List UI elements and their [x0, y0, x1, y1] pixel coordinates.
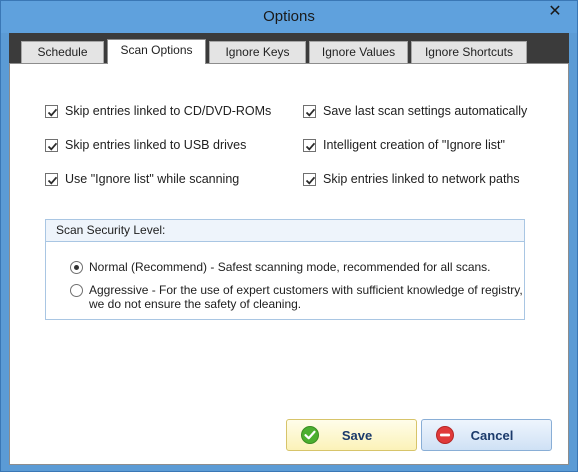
checkbox-checked-icon[interactable]: [303, 172, 316, 186]
scan-security-header: Scan Security Level:: [46, 220, 524, 242]
cancel-label: Cancel: [470, 427, 514, 443]
save-label: Save: [341, 427, 373, 443]
tab-bar: Schedule Scan Options Ignore Keys Ignore…: [9, 33, 569, 64]
option-skip-network[interactable]: Skip entries linked to network paths: [303, 171, 520, 187]
radio-aggressive-label-line2: we do not ensure the safety of cleaning.: [89, 297, 302, 311]
radio-selected-icon[interactable]: [70, 261, 83, 274]
option-label: Skip entries linked to USB drives: [65, 138, 247, 152]
minus-circle-icon: [436, 426, 454, 444]
checkbox-checked-icon[interactable]: [303, 104, 316, 118]
option-label: Skip entries linked to CD/DVD-ROMs: [65, 104, 272, 118]
tab-scan-options[interactable]: Scan Options: [107, 39, 206, 64]
option-label: Save last scan settings automatically: [323, 104, 528, 118]
scan-options-panel: Skip entries linked to CD/DVD-ROMs Skip …: [9, 63, 569, 465]
checkbox-checked-icon[interactable]: [303, 138, 316, 152]
option-skip-usb[interactable]: Skip entries linked to USB drives: [45, 137, 246, 153]
tab-ignore-keys[interactable]: Ignore Keys: [209, 41, 306, 63]
tab-ignore-values[interactable]: Ignore Values: [309, 41, 408, 63]
checkbox-checked-icon[interactable]: [45, 172, 58, 186]
window-title: Options: [263, 8, 315, 25]
checkbox-checked-icon[interactable]: [45, 138, 58, 152]
option-label: Use "Ignore list" while scanning: [65, 172, 240, 186]
tab-ignore-shortcuts[interactable]: Ignore Shortcuts: [411, 41, 527, 63]
option-skip-cd-dvd[interactable]: Skip entries linked to CD/DVD-ROMs: [45, 103, 271, 119]
radio-aggressive-label-line1: Aggressive - For the use of expert custo…: [89, 283, 523, 297]
radio-unselected-icon[interactable]: [70, 284, 83, 297]
option-intelligent-ignore[interactable]: Intelligent creation of "Ignore list": [303, 137, 505, 153]
close-icon[interactable]: ✕: [542, 2, 568, 22]
save-button[interactable]: Save: [286, 419, 417, 451]
checkmark-circle-icon: [301, 426, 319, 444]
checkbox-checked-icon[interactable]: [45, 104, 58, 118]
option-use-ignore-list[interactable]: Use "Ignore list" while scanning: [45, 171, 239, 187]
scan-security-group: Scan Security Level: Normal (Recommend) …: [45, 219, 525, 320]
option-save-last-scan[interactable]: Save last scan settings automatically: [303, 103, 527, 119]
tab-schedule[interactable]: Schedule: [21, 41, 104, 63]
option-label: Intelligent creation of "Ignore list": [323, 138, 505, 152]
title-bar[interactable]: Options ✕: [1, 1, 577, 33]
options-window: Options ✕ Schedule Scan Options Ignore K…: [0, 0, 578, 472]
cancel-button[interactable]: Cancel: [421, 419, 552, 451]
option-label: Skip entries linked to network paths: [323, 172, 520, 186]
radio-aggressive[interactable]: Aggressive - For the use of expert custo…: [70, 283, 523, 311]
radio-normal-label: Normal (Recommend) - Safest scanning mod…: [89, 260, 491, 274]
radio-normal[interactable]: Normal (Recommend) - Safest scanning mod…: [70, 260, 491, 274]
